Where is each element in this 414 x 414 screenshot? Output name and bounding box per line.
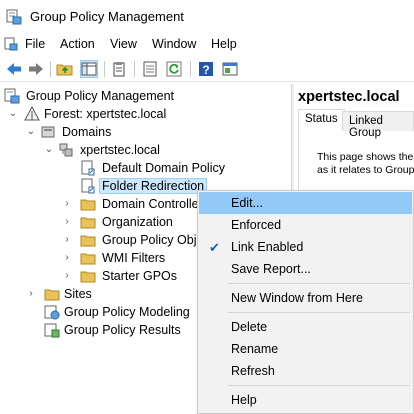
tree-item-wmi-filters[interactable]: › WMI Filters [62,249,202,267]
collapse-chevron-icon[interactable]: ⌄ [8,108,18,120]
menu-item-new-window[interactable]: New Window from Here [199,287,412,309]
collapse-chevron-icon[interactable]: ⌄ [44,144,54,156]
folder-icon [80,268,96,284]
tree-item-group-policy-objects[interactable]: › Group Policy Obje [62,231,203,249]
toolbar-separator [104,61,105,77]
collapse-chevron-icon[interactable]: ⌄ [26,126,36,138]
clipboard-icon[interactable] [110,60,128,78]
sites-folder-icon [44,286,60,302]
menu-item-delete[interactable]: Delete [199,316,412,338]
toolbar: ? [0,56,414,82]
tree-item-organization[interactable]: › Organization [62,213,202,231]
menu-item-help[interactable]: Help [199,389,412,411]
tree-item-group-policy-results[interactable]: Group Policy Results [44,321,214,339]
forward-arrow-icon[interactable] [27,60,45,78]
context-menu: Edit... Enforced ✔ Link Enabled Save Rep… [197,190,414,414]
up-folder-icon[interactable] [56,60,74,78]
gpo-link-icon [80,178,96,194]
forest-icon [24,105,40,122]
details-title: xpertstec.local [298,89,400,105]
menu-separator [228,312,410,313]
domain-icon [58,142,74,158]
tree-item-default-domain-policy[interactable]: Default Domain Policy [80,159,280,177]
help-icon[interactable]: ? [197,60,215,78]
ou-folder-icon [80,214,96,230]
ou-folder-icon [80,196,96,212]
expand-chevron-icon[interactable]: › [62,252,72,264]
toolbar-separator [50,61,51,77]
system-menu-icon[interactable] [4,37,18,51]
tree-item-domain[interactable]: ⌄ xpertstec.local [44,141,274,159]
menu-item-edit[interactable]: Edit... [199,192,412,214]
toolbar-separator [134,61,135,77]
menu-item-rename[interactable]: Rename [199,338,412,360]
tab-status[interactable]: Status [298,109,345,131]
expand-chevron-icon[interactable]: › [62,198,72,210]
modeling-icon [44,304,60,320]
expand-chevron-icon[interactable]: › [62,234,72,246]
folder-icon [80,250,96,266]
menu-view[interactable]: View [110,37,137,51]
tree-item-sites[interactable]: › Sites [26,285,196,303]
menu-action[interactable]: Action [60,37,95,51]
domains-icon [40,124,56,140]
menu-help[interactable]: Help [211,37,237,51]
gpo-link-icon [80,160,96,176]
menu-bar: File Action View Window Help [0,34,414,56]
gpmc-app-icon [6,9,22,25]
tree-item-group-policy-modeling[interactable]: Group Policy Modeling [44,303,214,321]
gpmc-icon [4,88,20,104]
menu-window[interactable]: Window [152,37,196,51]
menu-item-save-report[interactable]: Save Report... [199,258,412,280]
menu-item-link-enabled[interactable]: ✔ Link Enabled [199,236,412,258]
menu-file[interactable]: File [25,37,45,51]
tab-linked-group[interactable]: Linked Group [342,111,414,139]
menu-item-enforced[interactable]: Enforced [199,214,412,236]
status-description: This page shows the as it relates to Gro… [317,151,414,176]
window-title: Group Policy Management [30,9,184,24]
tree-item-forest[interactable]: ⌄ Forest: xpertstec.local [8,105,278,123]
properties-icon[interactable] [141,60,159,78]
tree-item-gpm-root[interactable]: Group Policy Management [4,87,284,105]
title-bar: Group Policy Management [0,0,414,34]
menu-item-refresh[interactable]: Refresh [199,360,412,382]
show-hide-tree-icon[interactable] [80,60,98,78]
tree-item-starter-gpos[interactable]: › Starter GPOs [62,267,202,285]
tree-item-domain-controllers[interactable]: › Domain Controlle [62,195,202,213]
refresh-icon[interactable] [165,60,183,78]
details-tabs: Status Linked Group [298,109,414,139]
back-arrow-icon[interactable] [5,60,23,78]
toolbar-separator [190,61,191,77]
mmc-view-icon[interactable] [221,60,239,78]
svg-text:?: ? [202,63,209,77]
menu-separator [228,283,410,284]
folder-icon [80,232,96,248]
tree-item-domains[interactable]: ⌄ Domains [26,123,276,141]
expand-chevron-icon[interactable]: › [62,216,72,228]
results-icon [44,322,60,338]
expand-chevron-icon[interactable]: › [26,288,36,300]
checkmark-icon: ✔ [209,240,220,255]
expand-chevron-icon[interactable]: › [62,270,72,282]
menu-separator [228,385,410,386]
